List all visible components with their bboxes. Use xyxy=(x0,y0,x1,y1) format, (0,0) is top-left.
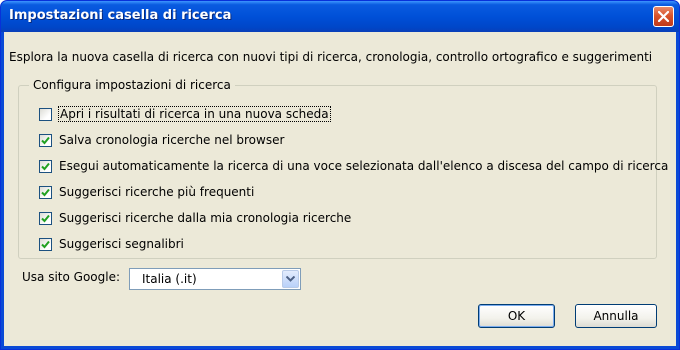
selected-value: Italia (.it) xyxy=(142,272,197,286)
option-auto-search[interactable]: Esegui automaticamente la ricerca di una… xyxy=(39,157,668,175)
option-label: Suggerisci ricerche più frequenti xyxy=(59,185,255,199)
search-settings-group: Configura impostazioni di ricerca Apri i… xyxy=(18,78,668,259)
checkbox[interactable] xyxy=(39,211,52,225)
dialog-window: Impostazioni casella di ricerca Esplora … xyxy=(0,0,680,350)
checkbox[interactable] xyxy=(39,133,52,147)
chevron-down-icon xyxy=(286,276,295,282)
dialog-body: Esplora la nuova casella di ricerca con … xyxy=(4,32,676,346)
google-site-label: Usa sito Google: xyxy=(22,270,121,284)
checkbox[interactable] xyxy=(39,237,52,251)
checkmark-icon xyxy=(41,136,50,144)
window-title: Impostazioni casella di ricerca xyxy=(9,8,232,23)
cancel-button[interactable]: Annulla xyxy=(575,304,657,328)
option-suggest-bookmarks[interactable]: Suggerisci segnalibri xyxy=(39,235,184,253)
option-suggest-frequent[interactable]: Suggerisci ricerche più frequenti xyxy=(39,183,254,201)
option-label: Esegui automaticamente la ricerca di una… xyxy=(59,159,669,173)
checkmark-icon xyxy=(41,162,50,170)
option-save-history[interactable]: Salva cronologia ricerche nel browser xyxy=(39,131,284,149)
option-label: Suggerisci segnalibri xyxy=(59,237,184,251)
checkbox[interactable] xyxy=(39,159,52,173)
checkmark-icon xyxy=(41,240,50,248)
checkmark-icon xyxy=(41,188,50,196)
checkbox[interactable] xyxy=(39,107,52,121)
checkbox[interactable] xyxy=(39,185,52,199)
ok-button[interactable]: OK xyxy=(478,304,555,328)
close-icon xyxy=(658,11,669,22)
description-text: Esplora la nuova casella di ricerca con … xyxy=(9,50,653,64)
option-label: Apri i risultati di ricerca in una nuova… xyxy=(58,106,331,122)
option-label: Suggerisci ricerche dalla mia cronologia… xyxy=(59,211,352,225)
dropdown-button[interactable] xyxy=(282,270,299,288)
option-label: Salva cronologia ricerche nel browser xyxy=(59,133,285,147)
title-bar[interactable]: Impostazioni casella di ricerca xyxy=(1,1,679,32)
option-suggest-history[interactable]: Suggerisci ricerche dalla mia cronologia… xyxy=(39,209,351,227)
option-open-new-tab[interactable]: Apri i risultati di ricerca in una nuova… xyxy=(39,105,331,123)
checkmark-icon xyxy=(41,214,50,222)
close-button[interactable] xyxy=(653,6,674,27)
group-legend: Configura impostazioni di ricerca xyxy=(29,78,235,92)
google-site-select[interactable]: Italia (.it) xyxy=(129,268,301,290)
